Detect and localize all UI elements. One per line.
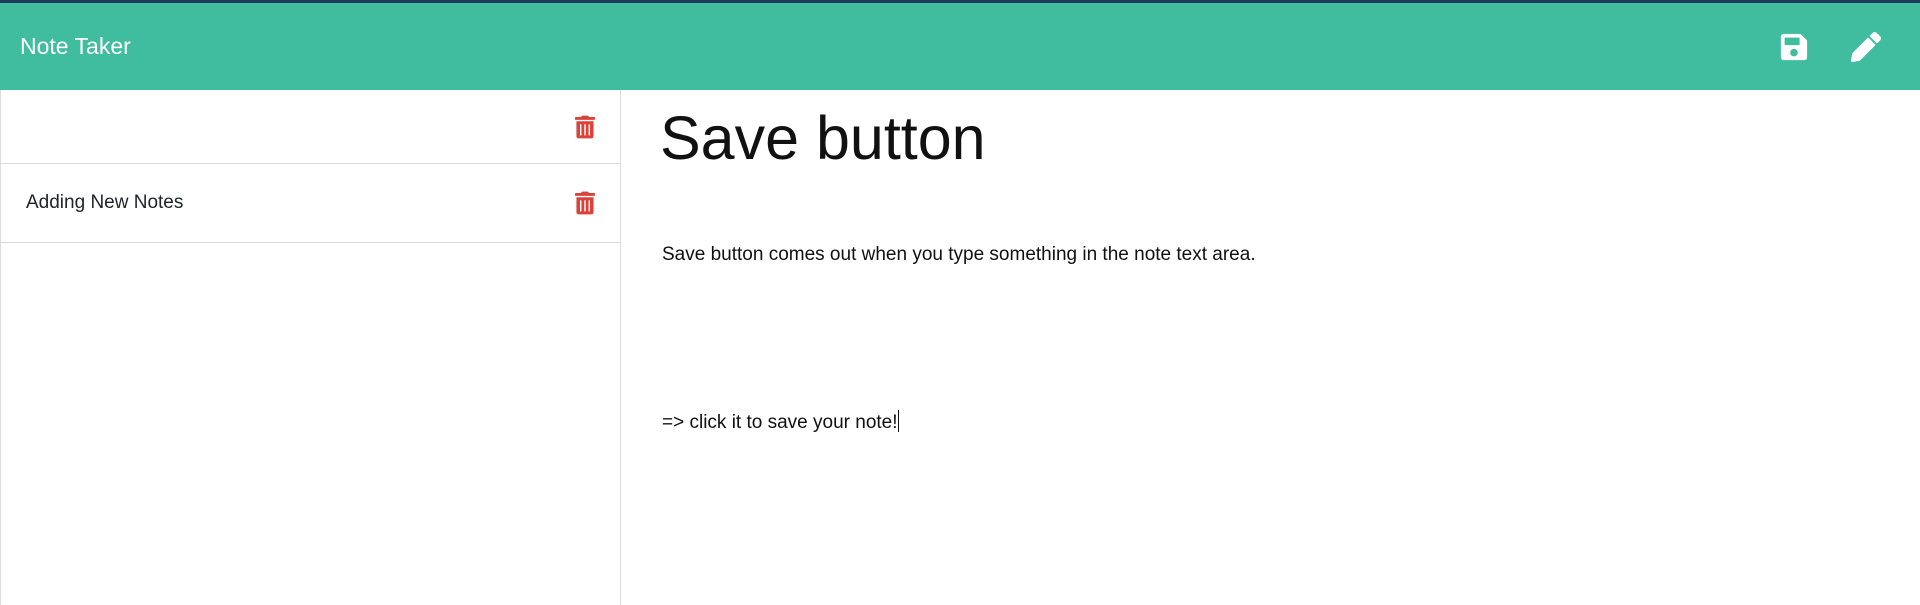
note-text-line: Save button comes out when you type some…	[662, 244, 1256, 266]
pencil-icon	[1851, 31, 1881, 62]
app-title[interactable]: Note Taker	[20, 33, 131, 60]
trash-icon	[575, 191, 595, 215]
new-note-button[interactable]	[1848, 29, 1884, 65]
delete-note-button[interactable]	[574, 114, 596, 140]
note-text-line-with-caret: => click it to save your note!	[662, 409, 1882, 437]
note-editor: Save button Save button comes out when y…	[622, 90, 1920, 605]
list-item[interactable]	[1, 90, 620, 164]
delete-note-button[interactable]	[574, 190, 596, 216]
note-title-input[interactable]: Save button	[660, 102, 1882, 175]
save-note-button[interactable]	[1776, 29, 1812, 65]
text-caret	[897, 410, 899, 433]
note-blank-line	[662, 325, 1882, 353]
nav-actions	[1776, 29, 1884, 65]
navbar: Note Taker	[0, 3, 1920, 90]
list-item[interactable]: Adding New Notes	[1, 164, 620, 243]
trash-icon	[575, 115, 595, 138]
save-icon	[1780, 33, 1808, 60]
note-textarea[interactable]: Save button comes out when you type some…	[662, 185, 1882, 493]
note-text-line: => click it to save your note!	[662, 412, 898, 434]
notes-sidebar: Adding New Notes	[0, 90, 621, 605]
note-item-title: Adding New Notes	[26, 192, 184, 213]
note-list: Adding New Notes	[1, 90, 620, 243]
